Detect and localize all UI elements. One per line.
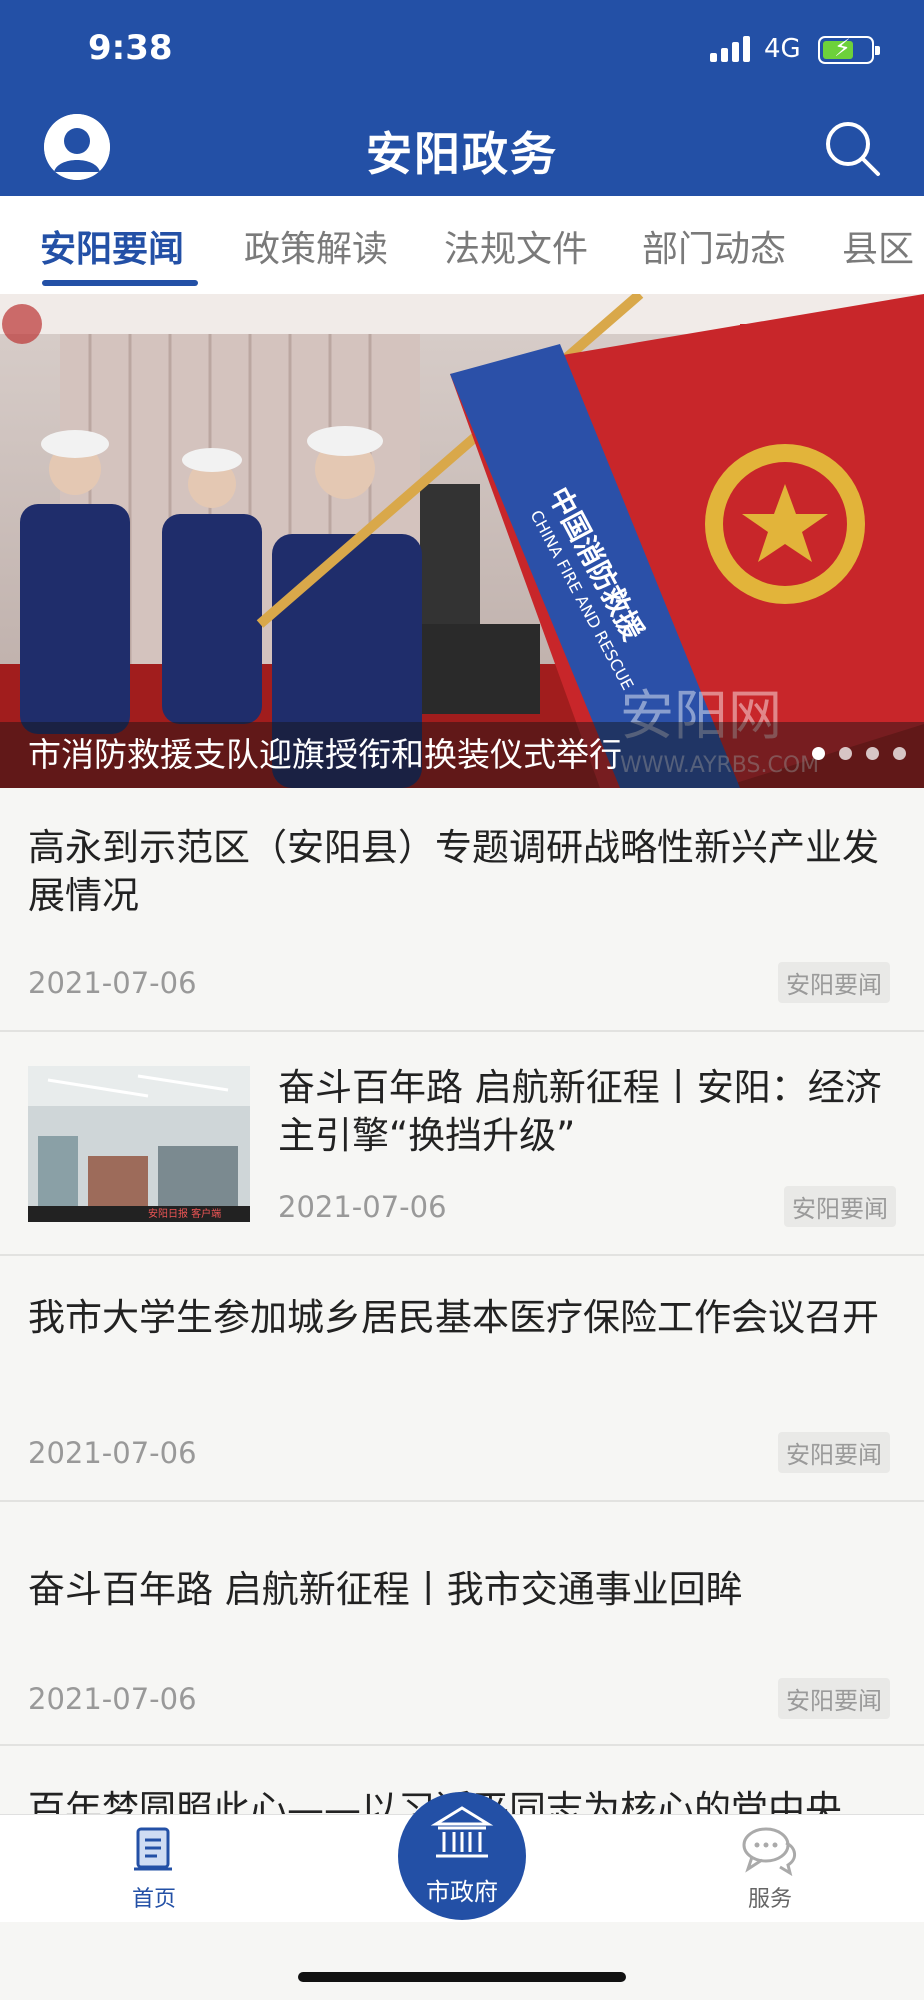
news-title: 奋斗百年路 启航新征程丨安阳：经济主引擎“换挡升级” xyxy=(278,1066,882,1157)
category-tabs: 安阳要闻 政策解读 法规文件 部门动态 县区 xyxy=(0,196,924,294)
status-time: 9:38 xyxy=(88,28,173,68)
nav-service-label: 服务 xyxy=(747,1887,792,1912)
news-date: 2021-07-06 xyxy=(278,1190,447,1224)
government-building-icon xyxy=(430,1806,494,1858)
news-tag: 安阳要闻 xyxy=(784,1186,896,1227)
news-tag: 安阳要闻 xyxy=(778,1678,890,1719)
carousel-dot[interactable] xyxy=(866,747,879,760)
news-date: 2021-07-06 xyxy=(28,1436,197,1470)
carousel-dots xyxy=(798,745,906,764)
news-thumbnail: 安阳日报 客户端 xyxy=(28,1066,250,1222)
tab-anyang-news[interactable]: 安阳要闻 xyxy=(40,220,184,272)
banner-carousel[interactable]: 中国消防救援 CHINA FIRE AND RESCUE 安阳网 WWW.AYR… xyxy=(0,294,924,788)
app-header: 9:38 4G ⚡ 安阳政务 xyxy=(0,0,924,196)
nav-home-label: 首页 xyxy=(131,1887,176,1912)
carousel-dot[interactable] xyxy=(812,747,825,760)
news-item[interactable]: 高永到示范区（安阳县）专题调研战略性新兴产业发展情况 2021-07-06 安阳… xyxy=(0,788,924,1032)
news-date: 2021-07-06 xyxy=(28,966,197,1000)
chat-bubbles-icon xyxy=(742,1827,796,1877)
nav-service[interactable]: 服务 xyxy=(710,1825,830,1913)
banner-caption[interactable]: 市消防救援支队迎旗授衔和换装仪式举行 xyxy=(28,728,622,776)
tab-department[interactable]: 部门动态 xyxy=(642,220,786,272)
news-item[interactable]: 安阳日报 客户端 奋斗百年路 启航新征程丨安阳：经济主引擎“换挡升级” 2021… xyxy=(0,1032,924,1256)
nav-city-government-button[interactable]: 市政府 xyxy=(398,1792,526,1920)
tab-regulations[interactable]: 法规文件 xyxy=(444,220,588,272)
news-item[interactable]: 奋斗百年路 启航新征程丨我市交通事业回眸 2021-07-06 安阳要闻 xyxy=(0,1502,924,1746)
tab-active-indicator xyxy=(42,280,198,286)
home-indicator-area xyxy=(0,1922,924,2000)
news-tag: 安阳要闻 xyxy=(778,962,890,1003)
nav-home[interactable]: 首页 xyxy=(94,1825,214,1913)
tab-policy[interactable]: 政策解读 xyxy=(244,220,388,272)
news-title: 奋斗百年路 启航新征程丨我市交通事业回眸 xyxy=(28,1568,743,1611)
carousel-dot[interactable] xyxy=(839,747,852,760)
tab-county[interactable]: 县区 xyxy=(842,220,914,272)
home-indicator[interactable] xyxy=(298,1972,626,1982)
news-title: 我市大学生参加城乡居民基本医疗保险工作会议召开 xyxy=(28,1296,879,1339)
signal-icon xyxy=(710,36,752,62)
banner-image: 中国消防救援 CHINA FIRE AND RESCUE 安阳网 WWW.AYR… xyxy=(0,294,924,788)
news-item[interactable]: 我市大学生参加城乡居民基本医疗保险工作会议召开 2021-07-06 安阳要闻 xyxy=(0,1256,924,1502)
page-title: 安阳政务 xyxy=(366,127,558,181)
thumb-caption: 安阳日报 客户端 xyxy=(148,1207,221,1220)
network-type: 4G xyxy=(764,34,801,64)
battery-icon: ⚡ xyxy=(818,34,880,64)
carousel-dot[interactable] xyxy=(893,747,906,760)
news-date: 2021-07-06 xyxy=(28,1682,197,1716)
search-icon[interactable] xyxy=(820,116,884,180)
news-title: 高永到示范区（安阳县）专题调研战略性新兴产业发展情况 xyxy=(28,826,879,917)
home-doc-icon xyxy=(134,1827,172,1871)
news-tag: 安阳要闻 xyxy=(778,1432,890,1473)
nav-city-government-label: 市政府 xyxy=(426,1878,498,1906)
